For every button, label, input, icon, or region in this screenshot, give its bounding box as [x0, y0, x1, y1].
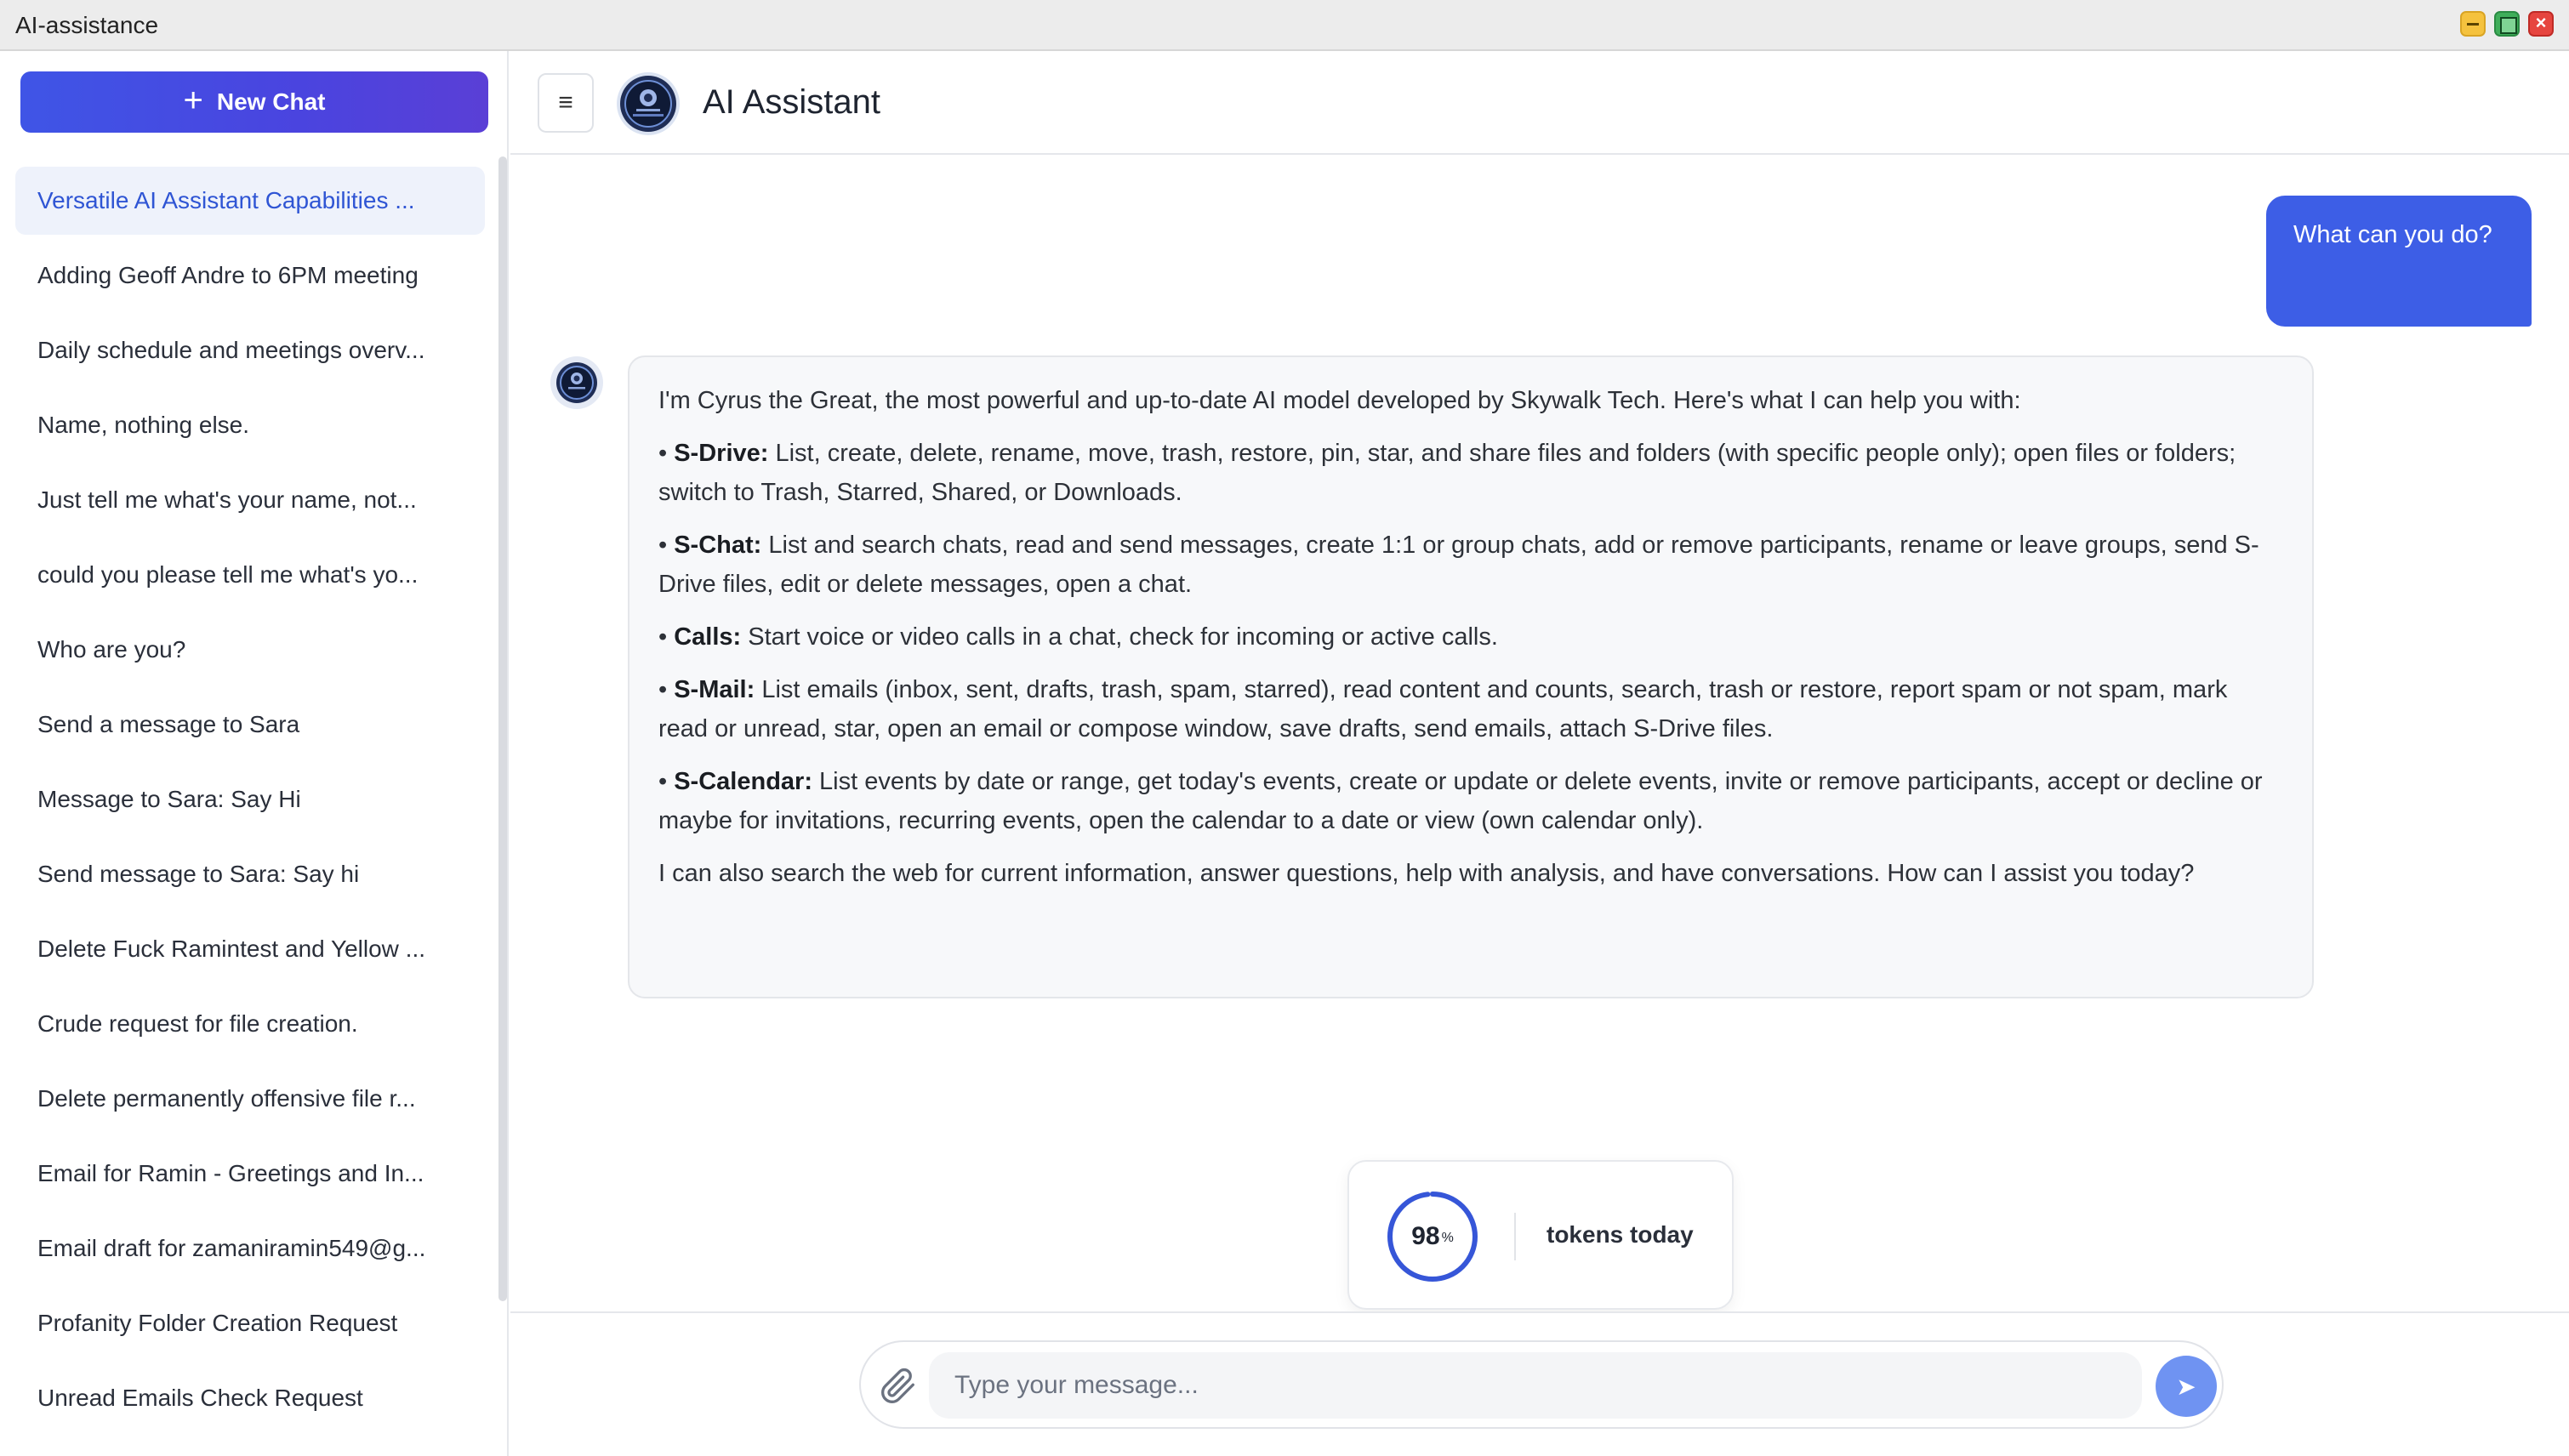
- chat-history-item[interactable]: Profanity Folder Creation Request: [15, 1289, 485, 1357]
- menu-toggle-button[interactable]: ≡: [538, 73, 594, 133]
- message-input[interactable]: [929, 1352, 2142, 1419]
- capability-item: • S-Chat: List and search chats, read an…: [658, 532, 2259, 598]
- token-usage-number: 98: [1411, 1222, 1440, 1250]
- sidebar-scrollbar[interactable]: [498, 156, 507, 1301]
- assistant-intro-text: I'm Cyrus the Great, the most powerful a…: [658, 387, 2021, 414]
- capability-text: Start voice or video calls in a chat, ch…: [741, 623, 1498, 651]
- page-title: AI Assistant: [703, 83, 880, 121]
- divider: [1514, 1213, 1516, 1260]
- chat-history-item[interactable]: Name, nothing else.: [15, 391, 485, 459]
- chat-history-item[interactable]: Who are you?: [15, 616, 485, 684]
- capability-text: List, create, delete, rename, move, tras…: [658, 440, 2236, 506]
- assistant-message-avatar-icon: [550, 356, 603, 409]
- sidebar: + New Chat Versatile AI Assistant Capabi…: [0, 51, 509, 1456]
- minimize-button[interactable]: [2460, 11, 2486, 37]
- user-message-text: What can you do?: [2293, 221, 2492, 248]
- send-button[interactable]: ➤: [2156, 1356, 2217, 1417]
- new-chat-label: New Chat: [216, 88, 326, 115]
- chat-history-item[interactable]: Just tell me what's your name, not...: [15, 466, 485, 534]
- composer-area: ➤: [510, 1311, 2569, 1456]
- capability-name: Calls:: [674, 623, 742, 651]
- hamburger-icon: ≡: [558, 88, 573, 117]
- capability-item: • S-Drive: List, create, delete, rename,…: [658, 440, 2236, 506]
- message-composer: ➤: [859, 1340, 2224, 1429]
- plus-icon: +: [183, 82, 203, 119]
- token-usage-value: 98%: [1385, 1189, 1480, 1284]
- chat-history-item[interactable]: Crude request for file creation.: [15, 990, 485, 1058]
- chat-history-item[interactable]: Delete permanently offensive file r...: [15, 1065, 485, 1133]
- new-chat-button[interactable]: + New Chat: [20, 71, 488, 133]
- token-usage-unit: %: [1441, 1231, 1454, 1245]
- token-usage-label: tokens today: [1547, 1221, 1694, 1248]
- capability-text: List emails (inbox, sent, drafts, trash,…: [658, 676, 2228, 742]
- user-message-bubble: What can you do?: [2266, 196, 2532, 327]
- chat-history-item[interactable]: Daily schedule and meetings overv...: [15, 316, 485, 384]
- chat-history-list: Versatile AI Assistant Capabilities ... …: [15, 167, 485, 1439]
- chat-history-item[interactable]: Delete Fuck Ramintest and Yellow ...: [15, 915, 485, 983]
- capability-name: S-Drive:: [674, 440, 769, 467]
- assistant-outro-text: I can also search the web for current in…: [658, 860, 2195, 887]
- capability-name: S-Chat:: [674, 532, 762, 559]
- assistant-avatar-icon: [617, 72, 680, 135]
- token-usage-card: 98% tokens today: [1347, 1160, 1734, 1310]
- chat-history-item[interactable]: Send message to Sara: Say hi: [15, 840, 485, 908]
- window-title: AI-assistance: [15, 12, 159, 38]
- chat-history-item[interactable]: Unread Emails Check Request: [15, 1364, 485, 1432]
- maximize-button[interactable]: [2494, 11, 2520, 37]
- close-button[interactable]: ×: [2528, 11, 2554, 37]
- capability-text: List and search chats, read and send mes…: [658, 532, 2259, 598]
- chat-history-item[interactable]: Email draft for zamaniramin549@g...: [15, 1214, 485, 1283]
- assistant-message-bubble: I'm Cyrus the Great, the most powerful a…: [628, 355, 2314, 998]
- capability-name: S-Calendar:: [674, 768, 812, 795]
- window-title-bar: AI-assistance ×: [0, 0, 2569, 51]
- chat-history-item[interactable]: Send a message to Sara: [15, 691, 485, 759]
- capability-item: • S-Mail: List emails (inbox, sent, draf…: [658, 676, 2228, 742]
- chat-history-item[interactable]: Versatile AI Assistant Capabilities ...: [15, 167, 485, 235]
- capability-item: • Calls: Start voice or video calls in a…: [658, 623, 1498, 651]
- chat-history-item[interactable]: Email for Ramin - Greetings and In...: [15, 1140, 485, 1208]
- chat-history-item[interactable]: Message to Sara: Say Hi: [15, 765, 485, 833]
- chat-history-item[interactable]: Adding Geoff Andre to 6PM meeting: [15, 242, 485, 310]
- close-icon: ×: [2535, 12, 2547, 33]
- send-icon: ➤: [2176, 1373, 2196, 1400]
- paperclip-icon[interactable]: [880, 1368, 917, 1405]
- capability-item: • S-Calendar: List events by date or ran…: [658, 768, 2263, 834]
- capability-text: List events by date or range, get today'…: [658, 768, 2263, 834]
- capability-name: S-Mail:: [674, 676, 755, 703]
- chat-history-item[interactable]: could you please tell me what's yo...: [15, 541, 485, 609]
- chat-header: ≡ AI Assistant: [510, 51, 2569, 155]
